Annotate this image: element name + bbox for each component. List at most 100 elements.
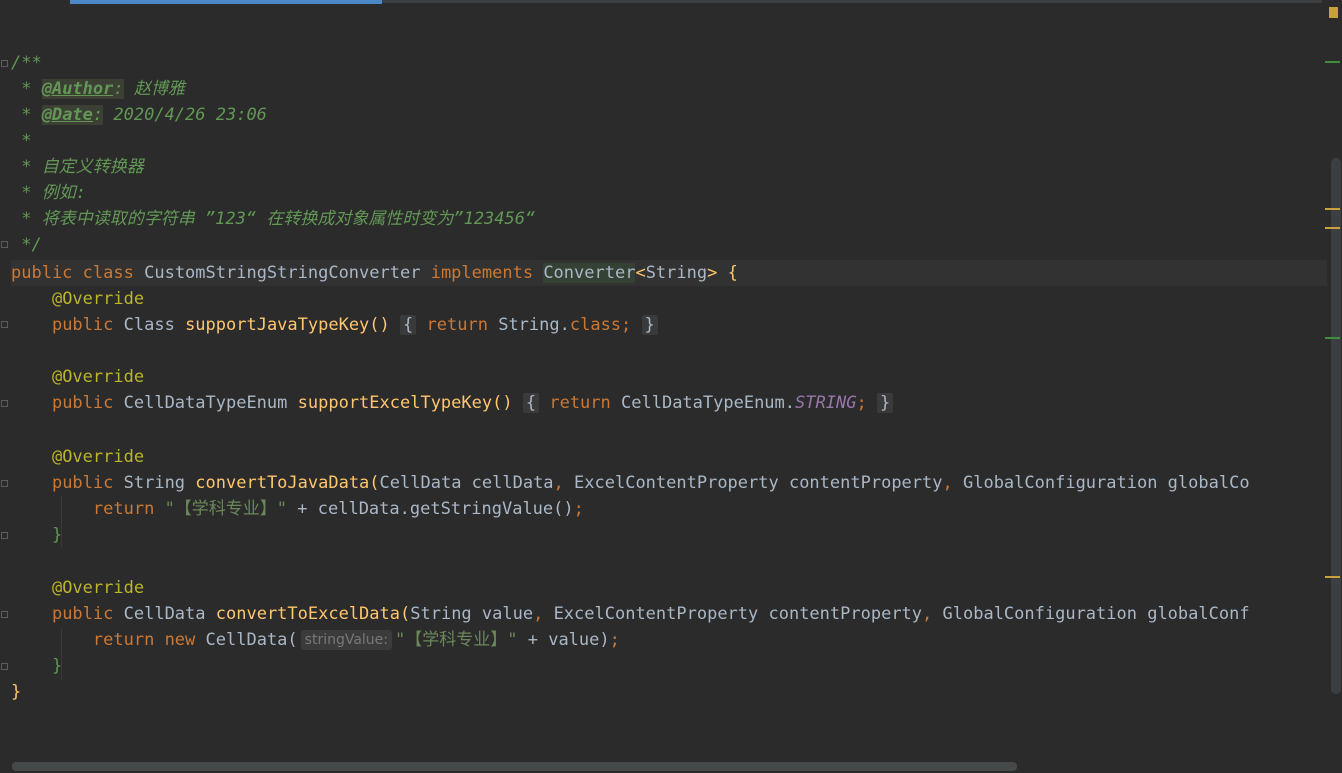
- keyword: return: [549, 393, 611, 413]
- keyword: public: [51, 473, 114, 493]
- doc-comment-close: */: [11, 235, 42, 255]
- paren: (: [400, 604, 411, 624]
- expression: CellDataTypeEnum.: [621, 393, 796, 413]
- close-brace: }: [51, 525, 63, 545]
- annotation: @Override: [51, 367, 145, 387]
- interface-name[interactable]: Converter: [543, 263, 636, 283]
- keyword: class: [569, 315, 622, 335]
- vertical-scrollbar[interactable]: [1331, 158, 1341, 694]
- fold-toggle-icon[interactable]: [1, 480, 8, 487]
- code-line: * 将表中读取的字符串 ”123“ 在转换成对象属性时变为”123456“: [11, 206, 535, 232]
- fold-toggle-icon[interactable]: [1, 663, 8, 670]
- javadoc-author-value: 赵博雅: [123, 79, 185, 99]
- keyword: public: [51, 393, 114, 413]
- parameter: GlobalConfiguration globalCo: [952, 473, 1250, 493]
- fold-toggle-icon[interactable]: [1, 400, 8, 407]
- code-line: /**: [11, 50, 42, 76]
- keyword: public: [51, 604, 114, 624]
- tab-strip-background: [382, 0, 1322, 3]
- javadoc-date-value: 2020/4/26 23:06: [103, 105, 267, 125]
- warning-marker[interactable]: [1325, 208, 1340, 210]
- enum-constant[interactable]: STRING: [795, 393, 856, 413]
- string-literal: "【学科专业】": [395, 630, 518, 650]
- folded-region-close[interactable]: }: [641, 315, 658, 335]
- method-name[interactable]: supportExcelTypeKey: [298, 393, 492, 413]
- code-line: @Override: [11, 286, 144, 312]
- editor-tab-strip: [0, 0, 1342, 4]
- close-brace: }: [51, 656, 63, 676]
- code-line: * @Date: 2020/4/26 23:06: [11, 102, 267, 128]
- code-line: return new CellData(stringValue: "【学科专业】"…: [11, 627, 620, 653]
- parameter: GlobalConfiguration globalConf: [932, 604, 1250, 624]
- horizontal-scrollbar[interactable]: [12, 762, 1017, 771]
- return-type[interactable]: String: [124, 473, 185, 493]
- open-brace: {: [727, 263, 738, 283]
- code-line: }: [11, 653, 62, 679]
- code-line: */: [11, 232, 42, 258]
- folded-region-close[interactable]: }: [876, 393, 894, 413]
- semicolon: ;: [856, 393, 867, 413]
- fold-toggle-icon[interactable]: [1, 321, 8, 328]
- generic-type[interactable]: String: [646, 263, 707, 283]
- folded-region-open[interactable]: {: [400, 315, 417, 335]
- fold-toggle-icon[interactable]: [1, 611, 8, 618]
- method-name[interactable]: supportJavaTypeKey: [185, 315, 369, 335]
- parameter: ExcelContentProperty contentProperty: [543, 604, 923, 624]
- return-type[interactable]: Class: [124, 315, 175, 335]
- code-line: * 自定义转换器: [11, 154, 144, 180]
- comma: ,: [942, 473, 953, 493]
- warning-indicator-icon[interactable]: [1329, 7, 1338, 18]
- doc-comment-text: * 自定义转换器: [11, 157, 144, 177]
- editor-gutter: [0, 0, 10, 773]
- doc-comment-star: *: [11, 79, 42, 99]
- expression: + value): [517, 630, 610, 650]
- keyword: return: [92, 630, 155, 650]
- javadoc-author-tag[interactable]: @Author: [41, 79, 114, 99]
- change-marker[interactable]: [1325, 337, 1340, 339]
- code-line: * @Author: 赵博雅: [11, 76, 185, 102]
- semicolon: ;: [621, 315, 632, 335]
- fold-toggle-icon[interactable]: [1, 60, 8, 67]
- code-line: }: [11, 679, 21, 705]
- code-line: public Class supportJavaTypeKey() { retu…: [11, 312, 658, 338]
- keyword: new: [164, 630, 196, 650]
- fold-toggle-icon[interactable]: [1, 241, 8, 248]
- generic-bracket: >: [707, 263, 718, 283]
- doc-comment-text: * 例如:: [11, 183, 86, 203]
- javadoc-date-tag[interactable]: @Date: [41, 105, 93, 125]
- return-type[interactable]: CellDataTypeEnum: [124, 393, 288, 413]
- semicolon: ;: [609, 630, 620, 650]
- code-line: public class CustomStringStringConverter…: [11, 260, 738, 286]
- parens: (): [369, 315, 390, 335]
- return-type[interactable]: CellData: [124, 604, 206, 624]
- code-editor[interactable]: /** * @Author: 赵博雅 * @Date: 2020/4/26 23…: [11, 50, 1327, 755]
- annotation: @Override: [51, 289, 145, 309]
- doc-comment-blank: *: [11, 131, 32, 151]
- javadoc-tag-colon: :: [92, 105, 104, 125]
- expression: + cellData.getStringValue(): [287, 499, 574, 519]
- string-literal: "【学科专业】": [164, 499, 288, 519]
- method-name[interactable]: convertToJavaData: [195, 473, 369, 493]
- code-line: }: [11, 522, 62, 548]
- method-name[interactable]: convertToExcelData: [216, 604, 400, 624]
- doc-comment-text: * 将表中读取的字符串 ”123“ 在转换成对象属性时变为”123456“: [11, 209, 536, 229]
- keyword: public: [11, 263, 73, 283]
- doc-comment-open: /**: [11, 53, 42, 73]
- folded-region-open[interactable]: {: [522, 393, 540, 413]
- active-tab-indicator: [70, 0, 382, 4]
- constructor-call[interactable]: CellData(: [206, 630, 298, 650]
- code-line: public String convertToJavaData(CellData…: [11, 470, 1250, 496]
- expression: String.: [498, 315, 570, 335]
- class-name[interactable]: CustomStringStringConverter: [144, 263, 420, 283]
- keyword: implements: [430, 263, 534, 283]
- comma: ,: [553, 473, 564, 493]
- code-line: @Override: [11, 575, 144, 601]
- keyword: return: [92, 499, 155, 519]
- fold-toggle-icon[interactable]: [1, 532, 8, 539]
- change-marker[interactable]: [1325, 61, 1340, 63]
- class-close-brace: }: [11, 682, 22, 702]
- parameter: ExcelContentProperty contentProperty: [563, 473, 943, 493]
- warning-marker[interactable]: [1325, 227, 1340, 229]
- code-line: public CellData convertToExcelData(Strin…: [11, 601, 1250, 627]
- warning-marker[interactable]: [1325, 576, 1340, 578]
